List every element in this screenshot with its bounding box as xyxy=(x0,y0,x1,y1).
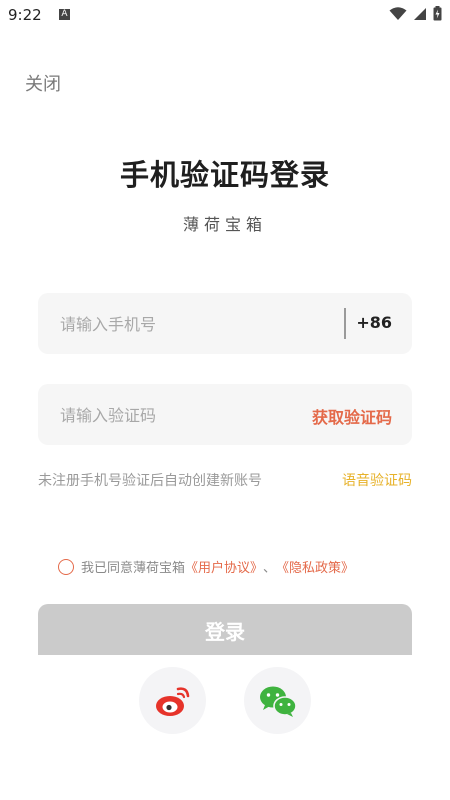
signal-icon xyxy=(414,7,426,20)
privacy-policy-link[interactable]: 《隐私政策》 xyxy=(276,557,354,576)
agreement-row: 我已同意薄荷宝箱 《用户协议》 、 《隐私政策》 xyxy=(58,557,354,576)
wechat-login-button[interactable] xyxy=(244,667,311,734)
app-name: 薄荷宝箱 xyxy=(182,215,267,234)
code-field: 获取验证码 xyxy=(38,384,412,447)
field-divider xyxy=(344,308,346,339)
wechat-icon xyxy=(259,686,297,717)
phone-field: +86 xyxy=(38,293,412,356)
voice-code-button[interactable]: 语音验证码 xyxy=(342,470,412,490)
verification-code-input[interactable] xyxy=(58,384,292,447)
get-code-button[interactable]: 获取验证码 xyxy=(312,404,392,428)
login-button[interactable]: 登录 xyxy=(38,604,412,656)
agreement-checkbox[interactable] xyxy=(58,558,74,575)
status-icons xyxy=(389,6,442,21)
status-time: 9:22 xyxy=(8,6,42,24)
weibo-login-button[interactable] xyxy=(139,667,206,734)
page-title: 手机验证码登录 xyxy=(119,158,330,192)
social-login-panel xyxy=(0,655,450,800)
battery-icon xyxy=(433,6,442,21)
user-agreement-link[interactable]: 《用户协议》 xyxy=(185,557,263,576)
phone-input[interactable] xyxy=(58,293,362,356)
close-button[interactable]: 关闭 xyxy=(25,70,61,96)
register-hint: 未注册手机号验证后自动创建新账号 xyxy=(38,473,262,489)
agreement-separator: 、 xyxy=(263,561,277,576)
status-bar: 9:22 A xyxy=(0,0,450,30)
country-code-selector[interactable]: +86 xyxy=(356,313,392,332)
agreement-prefix: 我已同意薄荷宝箱 xyxy=(81,561,186,576)
wifi-icon xyxy=(389,6,407,20)
notification-icon: A xyxy=(59,9,70,20)
weibo-icon xyxy=(155,686,189,716)
